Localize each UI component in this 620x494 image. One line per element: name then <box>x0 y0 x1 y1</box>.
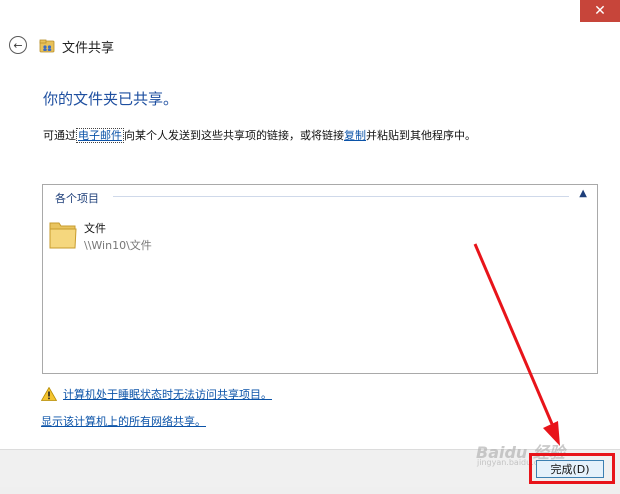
dialog-header: ← 文件共享 <box>0 30 620 62</box>
sleep-warning-link[interactable]: 计算机处于睡眠状态时无法访问共享项目。 <box>63 386 272 402</box>
email-link-wrapper: 电子邮件 <box>76 128 124 143</box>
desc-suffix: 并粘贴到其他程序中。 <box>366 129 476 142</box>
title-bar: ✕ <box>0 0 620 24</box>
list-item-path: \\Win10\文件 <box>84 239 152 252</box>
warning-icon <box>41 387 57 401</box>
desc-middle: 向某个人发送到这些共享项的链接，或将链接 <box>124 129 344 142</box>
window-title: 文件共享 <box>62 41 115 56</box>
list-item-name[interactable]: 文件 <box>84 220 106 236</box>
bottom-strip <box>0 487 620 494</box>
copy-link[interactable]: 复制 <box>344 129 366 142</box>
show-network-shares-link[interactable]: 显示该计算机上的所有网络共享。 <box>41 413 206 429</box>
description-text: 可通过 电子邮件 向某个人发送到这些共享项的链接，或将链接复制并粘贴到其他程序中。 <box>43 127 476 143</box>
collapse-chevron-icon[interactable]: ▲ <box>579 188 587 199</box>
close-icon: ✕ <box>594 3 606 19</box>
group-divider <box>113 196 569 197</box>
close-button[interactable]: ✕ <box>580 0 620 22</box>
highlight-box <box>529 453 615 484</box>
back-arrow-icon: ← <box>13 38 23 52</box>
folder-icon <box>49 222 77 249</box>
folder-share-icon <box>39 39 55 53</box>
back-button[interactable]: ← <box>9 36 27 54</box>
email-link[interactable]: 电子邮件 <box>78 129 122 142</box>
desc-prefix: 可通过 <box>43 129 76 142</box>
shared-items-list[interactable]: 各个项目 ▲ 文件 \\Win10\文件 <box>42 184 598 374</box>
page-headline: 你的文件夹已共享。 <box>43 90 179 108</box>
group-header-label: 各个项目 <box>55 192 99 205</box>
